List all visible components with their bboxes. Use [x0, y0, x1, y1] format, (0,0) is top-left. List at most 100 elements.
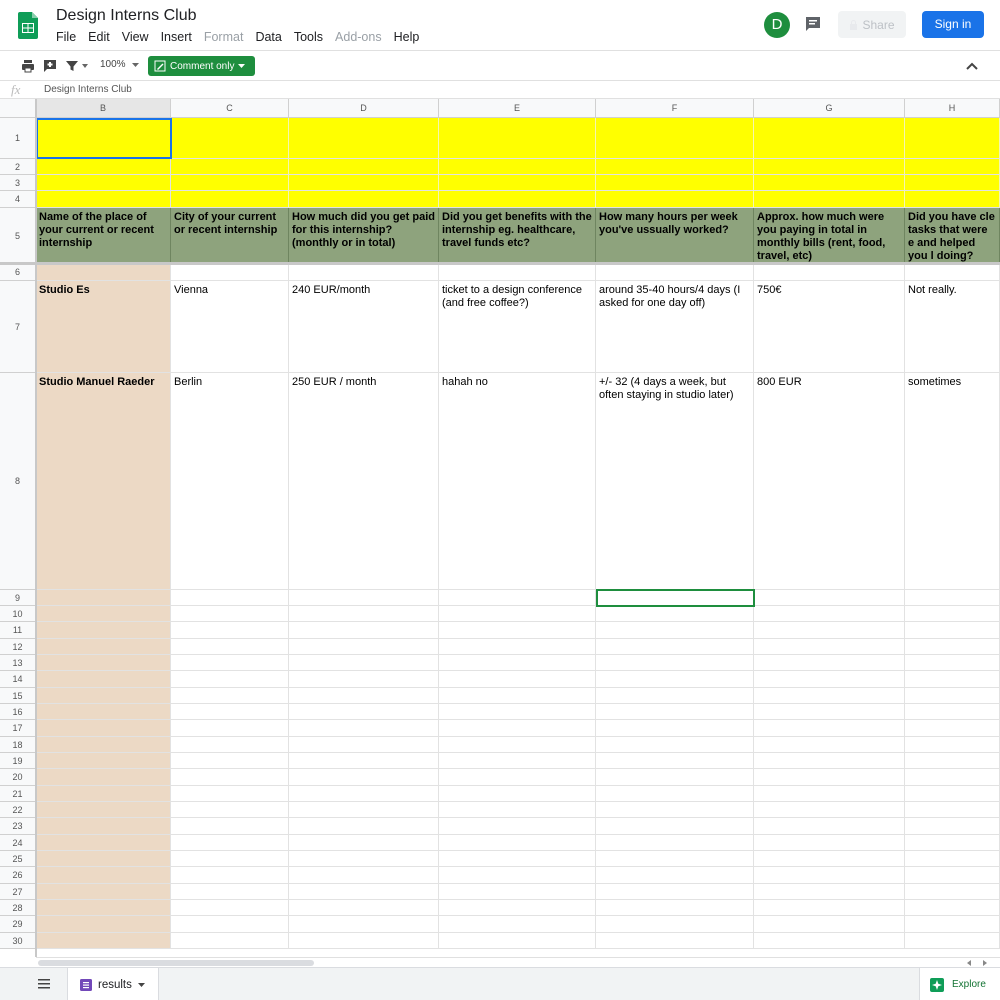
sheet-tab-results[interactable]: results	[67, 968, 159, 1000]
cell-h1[interactable]	[905, 118, 1000, 159]
cell-e29[interactable]	[439, 916, 596, 933]
cell-e16[interactable]	[439, 704, 596, 720]
column-header-c[interactable]: C	[171, 99, 289, 118]
cell-b3[interactable]	[36, 175, 171, 191]
row-header-19[interactable]: 19	[0, 753, 36, 769]
filter-icon[interactable]	[64, 58, 80, 74]
cell-e26[interactable]	[439, 867, 596, 884]
freeze-divider[interactable]	[0, 262, 1000, 265]
cell-h4[interactable]	[905, 191, 1000, 208]
cell-g6[interactable]	[754, 264, 905, 281]
cell-f14[interactable]	[596, 671, 754, 688]
cell-b22[interactable]	[36, 802, 171, 818]
chevron-down-icon[interactable]	[137, 982, 145, 987]
cell-g9[interactable]	[754, 590, 905, 606]
cell-g19[interactable]	[754, 753, 905, 769]
column-header-f[interactable]: F	[596, 99, 754, 118]
cell-h17[interactable]	[905, 720, 1000, 737]
menu-data[interactable]: Data	[249, 29, 287, 45]
row-header-2[interactable]: 2	[0, 159, 36, 175]
avatar[interactable]: D	[764, 12, 790, 38]
cell-d22[interactable]	[289, 802, 439, 818]
cell-h24[interactable]	[905, 835, 1000, 851]
cell-d19[interactable]	[289, 753, 439, 769]
cell-d13[interactable]	[289, 655, 439, 671]
cell-e30[interactable]	[439, 933, 596, 949]
menu-insert[interactable]: Insert	[155, 29, 198, 45]
cell-h15[interactable]	[905, 688, 1000, 704]
cell-f23[interactable]	[596, 818, 754, 835]
cell-e9[interactable]	[439, 590, 596, 606]
cell-e19[interactable]	[439, 753, 596, 769]
cell-h27[interactable]	[905, 884, 1000, 900]
cell-e24[interactable]	[439, 835, 596, 851]
cell-f11[interactable]	[596, 622, 754, 639]
column-header-g[interactable]: G	[754, 99, 905, 118]
cell-h18[interactable]	[905, 737, 1000, 753]
cell-g12[interactable]	[754, 639, 905, 655]
cell-e18[interactable]	[439, 737, 596, 753]
cell-b11[interactable]	[36, 622, 171, 639]
cell-d30[interactable]	[289, 933, 439, 949]
cell-c20[interactable]	[171, 769, 289, 786]
row-header-6[interactable]: 6	[0, 264, 36, 281]
cell-e15[interactable]	[439, 688, 596, 704]
cell-c21[interactable]	[171, 786, 289, 802]
cell-b20[interactable]	[36, 769, 171, 786]
cell-b29[interactable]	[36, 916, 171, 933]
cell-d24[interactable]	[289, 835, 439, 851]
cell-d23[interactable]	[289, 818, 439, 835]
cell-e3[interactable]	[439, 175, 596, 191]
cell-b17[interactable]	[36, 720, 171, 737]
cell-e17[interactable]	[439, 720, 596, 737]
cell-b10[interactable]	[36, 606, 171, 622]
cell-f26[interactable]	[596, 867, 754, 884]
column-header-e[interactable]: E	[439, 99, 596, 118]
cell-h5[interactable]: Did you have cle tasks that were e and h…	[905, 208, 1000, 264]
cell-f19[interactable]	[596, 753, 754, 769]
menu-tools[interactable]: Tools	[288, 29, 329, 45]
cell-g24[interactable]	[754, 835, 905, 851]
cell-d3[interactable]	[289, 175, 439, 191]
cell-d11[interactable]	[289, 622, 439, 639]
comments-icon[interactable]	[804, 15, 822, 33]
horizontal-scrollbar[interactable]	[36, 957, 1000, 967]
row-header-14[interactable]: 14	[0, 671, 36, 688]
cell-e6[interactable]	[439, 264, 596, 281]
cell-h22[interactable]	[905, 802, 1000, 818]
cell-b14[interactable]	[36, 671, 171, 688]
cell-e27[interactable]	[439, 884, 596, 900]
scroll-right-icon[interactable]	[982, 960, 988, 966]
cell-f7[interactable]: around 35-40 hours/4 days (I asked for o…	[596, 281, 754, 373]
cell-g28[interactable]	[754, 900, 905, 916]
share-button[interactable]: Share	[838, 11, 906, 38]
cell-d8[interactable]: 250 EUR / month	[289, 373, 439, 590]
row-header-11[interactable]: 11	[0, 622, 36, 639]
cell-f13[interactable]	[596, 655, 754, 671]
menu-view[interactable]: View	[116, 29, 155, 45]
row-header-10[interactable]: 10	[0, 606, 36, 622]
cell-c22[interactable]	[171, 802, 289, 818]
cell-d7[interactable]: 240 EUR/month	[289, 281, 439, 373]
explore-button[interactable]: Explore	[919, 968, 1000, 1000]
cell-c14[interactable]	[171, 671, 289, 688]
cell-e4[interactable]	[439, 191, 596, 208]
cell-b9[interactable]	[36, 590, 171, 606]
cell-c10[interactable]	[171, 606, 289, 622]
cell-c6[interactable]	[171, 264, 289, 281]
cell-c13[interactable]	[171, 655, 289, 671]
cell-d9[interactable]	[289, 590, 439, 606]
cell-g26[interactable]	[754, 867, 905, 884]
cell-f30[interactable]	[596, 933, 754, 949]
chevron-down-icon[interactable]	[132, 63, 139, 67]
cell-d4[interactable]	[289, 191, 439, 208]
cell-g27[interactable]	[754, 884, 905, 900]
cell-h20[interactable]	[905, 769, 1000, 786]
cell-g3[interactable]	[754, 175, 905, 191]
cell-c16[interactable]	[171, 704, 289, 720]
cell-g18[interactable]	[754, 737, 905, 753]
row-header-17[interactable]: 17	[0, 720, 36, 737]
cell-f12[interactable]	[596, 639, 754, 655]
cell-d26[interactable]	[289, 867, 439, 884]
row-header-28[interactable]: 28	[0, 900, 36, 916]
